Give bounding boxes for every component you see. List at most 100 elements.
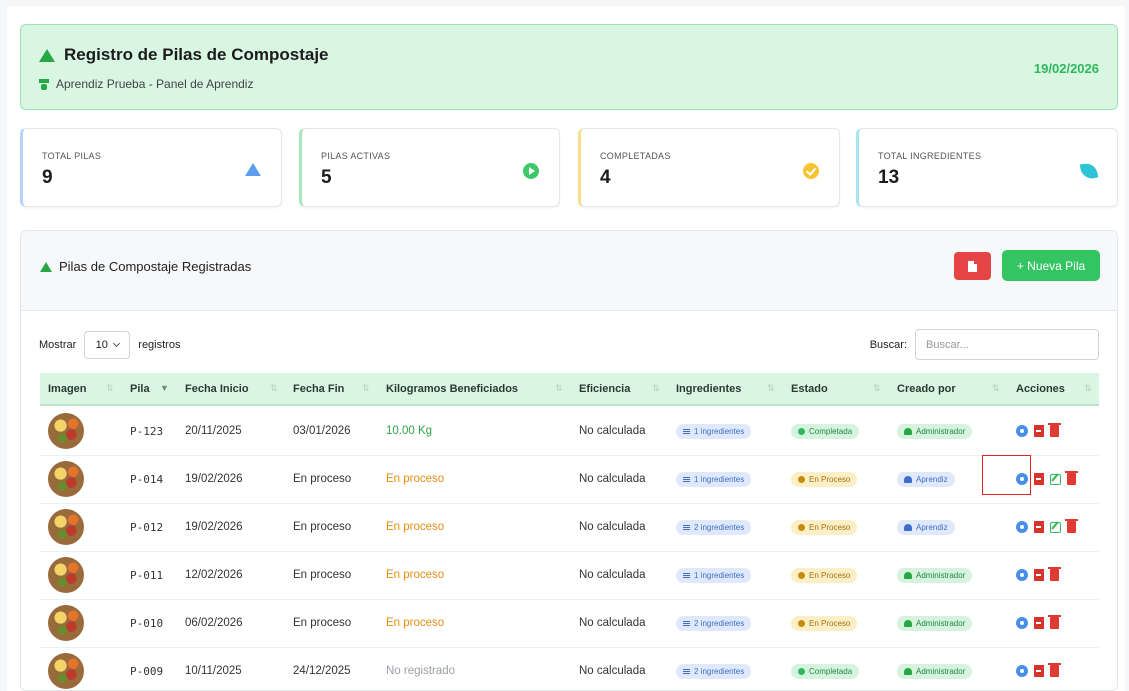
kilogramos: En proceso xyxy=(386,473,445,485)
stat-label: COMPLETADAS xyxy=(600,151,671,161)
user-icon xyxy=(904,476,912,483)
sort-icon: ⇅ xyxy=(362,383,370,393)
edit-icon[interactable] xyxy=(1050,473,1061,485)
pdf-icon[interactable] xyxy=(1034,617,1044,629)
sort-icon: ⇅ xyxy=(106,383,114,393)
fecha-fin: En proceso xyxy=(293,569,352,581)
row-actions xyxy=(1016,567,1061,581)
fecha-inicio: 20/11/2025 xyxy=(185,425,242,437)
kilogramos: En proceso xyxy=(386,617,445,629)
ingredientes-badge[interactable]: 2 ingredientes xyxy=(676,520,752,535)
play-circle-icon xyxy=(523,163,539,179)
pila-code: P-014 xyxy=(130,473,164,486)
list-icon xyxy=(683,573,690,578)
sort-icon: ⇅ xyxy=(652,383,660,393)
eficiencia: No calculada xyxy=(579,569,646,581)
page-subtitle: Aprendiz Prueba - Panel de Aprendiz xyxy=(56,77,254,91)
compost-thumbnail[interactable] xyxy=(48,461,84,497)
column-header-creado-por[interactable]: Creado por xyxy=(897,383,956,395)
pdf-icon[interactable] xyxy=(1034,425,1044,437)
creado-por-badge: Administrador xyxy=(897,568,973,583)
stat-card-total-pilas: TOTAL PILAS 9 xyxy=(20,128,282,207)
status-dot-icon xyxy=(798,524,805,531)
column-header-imagen[interactable]: Imagen xyxy=(48,383,87,395)
ingredientes-badge[interactable]: 1 ingredientes xyxy=(676,568,752,583)
fecha-inicio: 10/11/2025 xyxy=(185,665,242,677)
stat-value: 4 xyxy=(600,167,611,188)
edit-icon[interactable] xyxy=(1050,521,1061,533)
column-header-ingredientes[interactable]: Ingredientes xyxy=(676,383,741,395)
list-icon xyxy=(683,429,690,434)
column-header-estado[interactable]: Estado xyxy=(791,383,828,395)
panel-title: Pilas de Compostaje Registradas xyxy=(59,259,252,274)
table-row: P-012 19/02/2026 En proceso En proceso No ca… xyxy=(40,504,1099,552)
delete-icon[interactable] xyxy=(1065,519,1078,533)
user-icon xyxy=(904,524,912,531)
export-pdf-button[interactable] xyxy=(954,252,991,280)
delete-icon[interactable] xyxy=(1048,423,1061,437)
new-pila-button[interactable]: + Nueva Pila xyxy=(1002,250,1100,281)
compost-thumbnail[interactable] xyxy=(48,557,84,593)
column-header-eficiencia[interactable]: Eficiencia xyxy=(579,383,630,395)
row-actions xyxy=(1016,663,1061,677)
search-input[interactable]: Buscar... xyxy=(915,329,1099,360)
ingredientes-badge[interactable]: 2 ingredientes xyxy=(676,664,752,679)
sort-icon: ⇅ xyxy=(555,383,563,393)
creado-por-badge: Administrador xyxy=(897,664,973,679)
sort-icon: ⇅ xyxy=(873,383,881,393)
sort-icon: ⇅ xyxy=(270,383,278,393)
stat-label: TOTAL INGREDIENTES xyxy=(878,151,982,161)
delete-icon[interactable] xyxy=(1048,567,1061,581)
highlight-box xyxy=(982,455,1031,495)
compost-thumbnail[interactable] xyxy=(48,653,84,689)
pila-code: P-012 xyxy=(130,521,164,534)
row-actions xyxy=(1016,519,1078,533)
row-actions xyxy=(1016,423,1061,437)
ingredientes-badge[interactable]: 1 ingredientes xyxy=(676,472,752,487)
table-row: P-011 12/02/2026 En proceso En proceso No ca… xyxy=(40,552,1099,600)
pdf-icon[interactable] xyxy=(1034,473,1044,485)
page-length-select[interactable]: 10 xyxy=(84,331,131,359)
fecha-fin: En proceso xyxy=(293,473,352,485)
fecha-inicio: 06/02/2026 xyxy=(185,617,243,629)
estado-badge: En Proceso xyxy=(791,472,858,487)
list-icon xyxy=(683,525,690,530)
pdf-icon[interactable] xyxy=(1034,665,1044,677)
view-icon[interactable] xyxy=(1016,569,1028,581)
list-icon xyxy=(683,621,690,626)
pdf-icon[interactable] xyxy=(1034,569,1044,581)
column-header-fecha-fin[interactable]: Fecha Fin xyxy=(293,383,344,395)
column-header-acciones[interactable]: Acciones xyxy=(1016,383,1065,395)
user-icon xyxy=(904,620,912,627)
ingredientes-badge[interactable]: 2 ingredientes xyxy=(676,616,752,631)
kilogramos: En proceso xyxy=(386,569,445,581)
sort-icon: ⇅ xyxy=(767,383,775,393)
records-label: registros xyxy=(138,339,181,351)
compost-thumbnail[interactable] xyxy=(48,413,84,449)
view-icon[interactable] xyxy=(1016,521,1028,533)
user-icon xyxy=(904,572,912,579)
pdf-icon[interactable] xyxy=(1034,521,1044,533)
column-header-kilogramos[interactable]: Kilogramos Beneficiados xyxy=(386,383,518,395)
delete-icon[interactable] xyxy=(1065,471,1078,485)
column-header-pila[interactable]: Pila xyxy=(130,383,150,395)
table-row: P-010 06/02/2026 En proceso En proceso No ca… xyxy=(40,600,1099,648)
column-header-fecha-inicio[interactable]: Fecha Inicio xyxy=(185,383,249,395)
delete-icon[interactable] xyxy=(1048,663,1061,677)
view-icon[interactable] xyxy=(1016,665,1028,677)
stat-card-pilas-activas: PILAS ACTIVAS 5 xyxy=(299,128,560,207)
header-banner: Registro de Pilas de Compostaje Aprendiz… xyxy=(20,24,1118,110)
mountain-icon xyxy=(39,48,55,62)
compost-thumbnail[interactable] xyxy=(48,605,84,641)
row-actions xyxy=(1016,615,1061,629)
stat-value: 9 xyxy=(42,167,53,188)
mountain-icon xyxy=(40,261,52,272)
delete-icon[interactable] xyxy=(1048,615,1061,629)
view-icon[interactable] xyxy=(1016,617,1028,629)
compost-thumbnail[interactable] xyxy=(48,509,84,545)
ingredientes-badge[interactable]: 1 ingredientes xyxy=(676,424,752,439)
sort-icon: ⇅ xyxy=(1084,383,1092,393)
view-icon[interactable] xyxy=(1016,425,1028,437)
leaf-icon xyxy=(1079,161,1099,181)
search-control: Buscar: Buscar... xyxy=(870,329,1099,360)
